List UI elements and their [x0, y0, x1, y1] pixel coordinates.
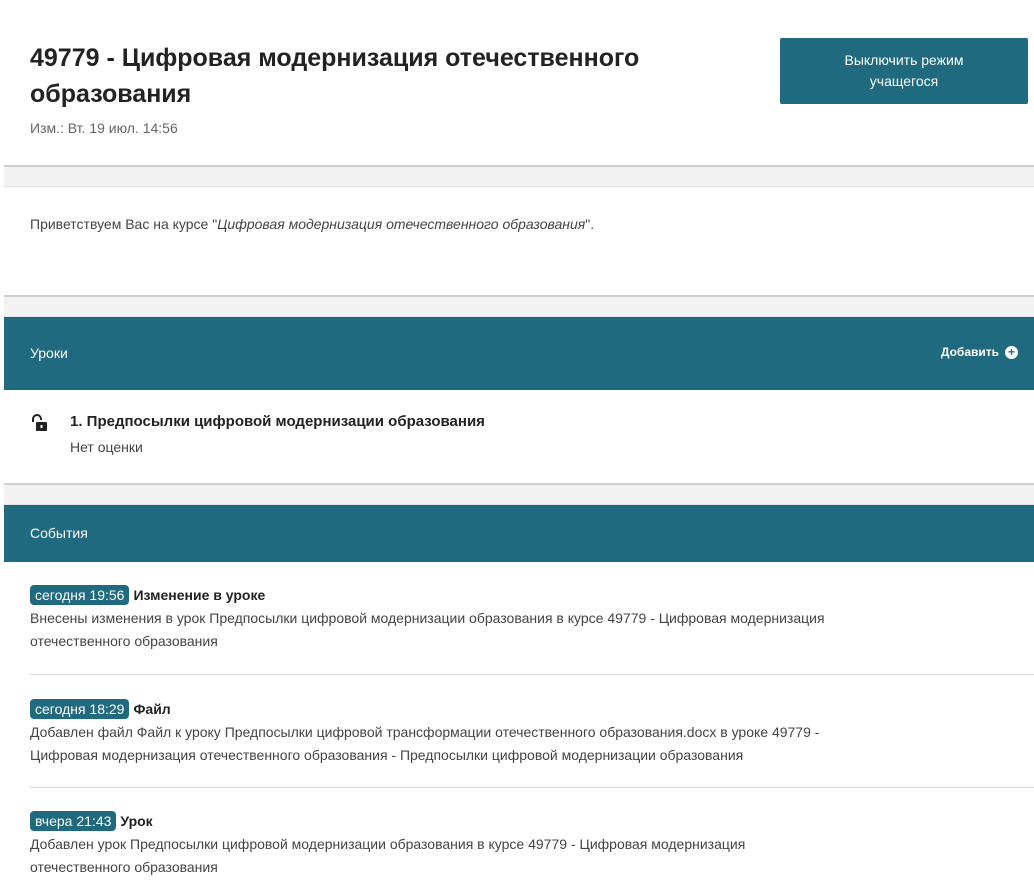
welcome-message: Приветствуем Вас на курсе "Цифровая моде…	[30, 216, 594, 232]
welcome-course-name: Цифровая модернизация отечественного обр…	[217, 216, 586, 232]
plus-circle-icon: +	[1005, 345, 1018, 359]
lesson-title-link[interactable]: 1. Предпосылки цифровой модернизации обр…	[70, 413, 485, 430]
student-mode-toggle-button[interactable]: Выключить режим учащегося	[780, 38, 1028, 104]
event-description-line: отечественного образования	[30, 859, 218, 875]
add-lesson-label: Добавить	[940, 345, 999, 359]
course-page: 49779 - Цифровая модернизация отечествен…	[0, 0, 1034, 891]
event-type: Изменение в уроке	[133, 587, 266, 603]
welcome-suffix: ".	[585, 216, 595, 232]
event-time-badge: сегодня 18:29	[30, 699, 130, 719]
lesson-item: 1. Предпосылки цифровой модернизации обр…	[30, 412, 1020, 462]
events-title: События	[30, 525, 88, 541]
lessons-section-header: Уроки Добавить +	[4, 317, 1034, 390]
event-time-badge: вчера 21:43	[30, 811, 117, 831]
section-divider	[4, 295, 1034, 317]
event-item: сегодня 18:29 Файл Добавлен файл Файл к …	[30, 698, 1034, 766]
event-description-line: Добавлен файл Файл к уроку Предпосылки ц…	[30, 724, 820, 740]
section-divider	[4, 165, 1034, 187]
section-divider	[4, 483, 1034, 505]
event-description-line: отечественного образования	[30, 633, 218, 649]
lesson-grade: Нет оценки	[70, 439, 143, 455]
event-item: сегодня 19:56 Изменение в уроке Внесены …	[30, 584, 1034, 652]
event-item: вчера 21:43 Урок Добавлен урок Предпосыл…	[30, 810, 1034, 878]
course-title: 49779 - Цифровая модернизация отечествен…	[30, 44, 640, 108]
add-lesson-button[interactable]: Добавить +	[941, 345, 1018, 359]
event-divider	[30, 674, 1034, 675]
event-type: Урок	[120, 813, 153, 829]
event-type: Файл	[133, 701, 171, 717]
events-section-header: События	[4, 505, 1034, 562]
welcome-prefix: Приветствуем Вас на курсе "	[30, 216, 218, 232]
event-time-badge: сегодня 19:56	[30, 585, 130, 605]
event-description-line: Добавлен урок Предпосылки цифровой модер…	[30, 836, 746, 852]
modified-date: Изм.: Вт. 19 июл. 14:56	[30, 120, 178, 136]
event-divider	[30, 787, 1034, 788]
event-description-line: Внесены изменения в урок Предпосылки циф…	[30, 610, 825, 626]
course-header: 49779 - Цифровая модернизация отечествен…	[0, 0, 1034, 166]
lessons-title: Уроки	[30, 345, 68, 361]
unlocked-lock-icon	[32, 414, 47, 431]
event-description-line: Цифровая модернизация отечественного обр…	[30, 747, 744, 763]
